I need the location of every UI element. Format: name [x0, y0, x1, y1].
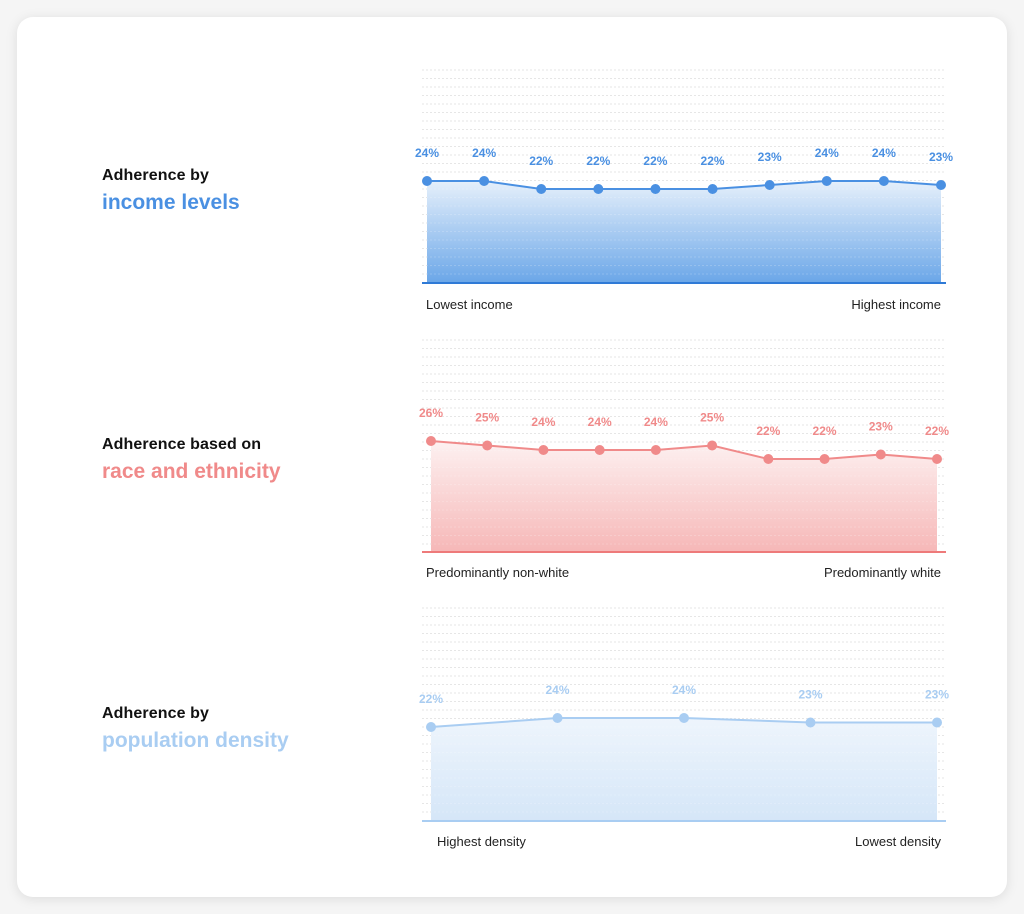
data-label: 25% — [475, 411, 499, 425]
data-label: 22% — [586, 154, 610, 168]
x-axis-label-left: Predominantly non-white — [426, 565, 570, 580]
data-point — [763, 454, 774, 464]
panel-title-race: Adherence based on race and ethnicity — [102, 435, 281, 487]
data-label: 24% — [588, 415, 612, 429]
data-point — [932, 717, 942, 728]
data-point — [707, 440, 718, 451]
data-point — [650, 445, 661, 455]
x-axis-label-right: Lowest density — [855, 834, 941, 849]
area-fill — [427, 181, 941, 283]
panel-title-income: Adherence by income levels — [102, 166, 240, 218]
data-point — [536, 184, 547, 194]
data-point — [805, 717, 816, 728]
data-label: 22% — [813, 424, 837, 438]
x-axis-label-right: Predominantly white — [823, 565, 941, 580]
data-label: 23% — [925, 688, 949, 702]
data-label: 22% — [756, 424, 780, 438]
data-label: 22% — [701, 154, 725, 168]
panel-title-line2: race and ethnicity — [102, 460, 281, 483]
data-point — [878, 176, 889, 186]
income-chart: 24% 24% 22% 22% 22% 22% 23% 24% 24% 23% — [415, 69, 953, 284]
data-label: 24% — [531, 415, 555, 429]
x-axis-label-right: Highest income — [851, 297, 941, 312]
data-point — [936, 180, 946, 190]
data-label: 24% — [815, 146, 839, 160]
data-point — [819, 454, 830, 464]
panel-title-density: Adherence by population density — [102, 704, 289, 756]
data-label: 25% — [700, 411, 724, 425]
data-point — [482, 440, 493, 451]
data-label: 23% — [798, 688, 822, 702]
data-point — [679, 713, 689, 723]
data-point — [650, 184, 661, 194]
data-label: 24% — [472, 146, 496, 160]
x-axis-label-left: Lowest income — [426, 297, 513, 312]
data-point — [552, 713, 563, 723]
data-point — [426, 722, 436, 732]
data-point — [932, 454, 942, 464]
data-point — [593, 184, 604, 194]
data-point — [875, 449, 886, 460]
data-label: 24% — [545, 683, 569, 697]
density-chart: 22% 24% 24% 23% 23% — [419, 607, 949, 822]
panel-title-line2: income levels — [102, 191, 240, 214]
data-point — [821, 176, 832, 186]
data-point — [538, 445, 549, 455]
x-axis-label-left: Highest density — [437, 834, 526, 849]
panel-title-line1: Adherence by — [102, 705, 210, 722]
panel-title-line2: population density — [102, 729, 289, 752]
data-point — [594, 445, 605, 455]
data-label: 22% — [643, 154, 667, 168]
data-point — [426, 436, 436, 446]
data-label: 23% — [929, 150, 953, 164]
data-label: 24% — [644, 415, 668, 429]
data-label: 23% — [758, 150, 782, 164]
data-label: 24% — [415, 146, 439, 160]
panel-title-line1: Adherence by — [102, 167, 210, 184]
data-point — [479, 176, 490, 186]
race-chart: 26% 25% 24% 24% 24% 25% 22% 22% 23% 22% — [419, 339, 949, 553]
data-label: 22% — [529, 154, 553, 168]
data-label: 24% — [672, 683, 696, 697]
data-label: 22% — [925, 424, 949, 438]
data-point — [764, 180, 775, 190]
data-label: 23% — [869, 420, 893, 434]
data-label: 24% — [872, 146, 896, 160]
panel-title-line1: Adherence based on — [102, 436, 262, 453]
data-point — [707, 184, 718, 194]
data-label: 22% — [419, 692, 443, 706]
data-label: 26% — [419, 406, 443, 420]
data-point — [422, 176, 432, 186]
